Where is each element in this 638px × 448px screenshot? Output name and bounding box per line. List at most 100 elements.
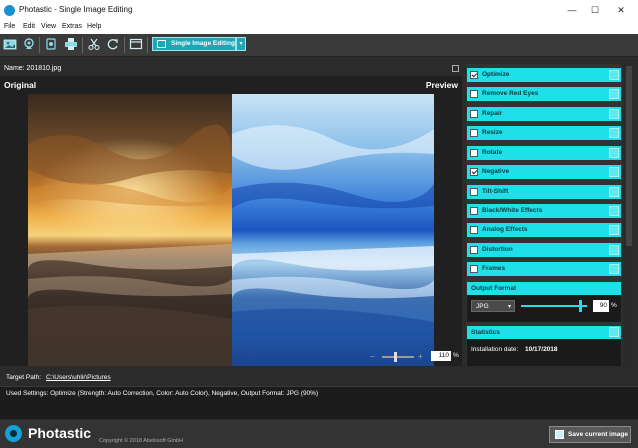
menu-extras[interactable]: Extras xyxy=(62,23,82,30)
frames-checkbox[interactable] xyxy=(470,265,478,273)
quality-value[interactable]: 90 xyxy=(593,300,609,312)
repair-checkbox[interactable] xyxy=(470,110,478,118)
menu-help[interactable]: Help xyxy=(87,23,101,30)
options-scrollbar[interactable] xyxy=(624,64,634,366)
cut-icon[interactable] xyxy=(87,37,101,51)
webcam-icon[interactable] xyxy=(22,37,36,51)
menu-file[interactable]: File xyxy=(4,23,15,30)
mode-label: Single Image Editing xyxy=(171,40,235,47)
save-icon xyxy=(555,430,564,439)
expand-icon[interactable] xyxy=(609,225,619,235)
optimize-checkbox[interactable] xyxy=(470,71,478,79)
expand-icon[interactable] xyxy=(609,89,619,99)
output-format-section: Output Format JPG ▾ 90 % xyxy=(467,282,621,322)
rotate-icon[interactable] xyxy=(106,37,120,51)
distortion-checkbox[interactable] xyxy=(470,246,478,254)
output-format-header[interactable]: Output Format xyxy=(467,282,621,295)
zoom-slider[interactable] xyxy=(382,356,414,358)
option-label: Remove Red Eyes xyxy=(482,90,539,97)
original-image xyxy=(28,94,232,366)
expand-icon[interactable] xyxy=(609,148,619,158)
zoom-unit: % xyxy=(453,352,459,359)
scrollbar-thumb[interactable] xyxy=(626,66,632,246)
tilt-shift-checkbox[interactable] xyxy=(470,188,478,196)
quality-unit: % xyxy=(611,302,617,309)
target-path-label: Target Path: xyxy=(6,374,42,381)
statistics-header[interactable]: Statistics xyxy=(467,326,621,339)
option-analog-effects[interactable]: Analog Effects xyxy=(467,223,621,237)
quality-slider[interactable] xyxy=(521,305,587,307)
minimize-button[interactable]: — xyxy=(565,3,579,17)
close-button[interactable]: ✕ xyxy=(614,3,628,17)
fullscreen-icon[interactable] xyxy=(452,65,459,72)
mode-select-button[interactable]: Single Image Editing xyxy=(152,37,236,51)
save-current-image-button[interactable]: Save current image xyxy=(549,426,631,443)
option-label: Optimize xyxy=(482,71,510,78)
zoom-in-icon[interactable]: + xyxy=(418,352,427,361)
zoom-out-icon[interactable]: − xyxy=(370,352,379,361)
expand-icon[interactable] xyxy=(609,245,619,255)
toolbar-separator xyxy=(147,37,148,53)
format-select[interactable]: JPG ▾ xyxy=(471,300,515,312)
toolbar-separator xyxy=(82,37,83,53)
open-image-icon[interactable] xyxy=(3,37,17,51)
expand-icon[interactable] xyxy=(609,128,619,138)
zoom-control: − + 110 % xyxy=(370,351,460,363)
expand-icon[interactable] xyxy=(609,264,619,274)
option-repair[interactable]: Repair xyxy=(467,107,621,121)
expand-icon[interactable] xyxy=(609,187,619,197)
expand-icon[interactable] xyxy=(609,206,619,216)
black-white-checkbox[interactable] xyxy=(470,207,478,215)
option-label: Black/White Effects xyxy=(482,207,543,214)
image-name-label: Name: 201810.jpg xyxy=(4,65,62,72)
option-black-white-effects[interactable]: Black/White Effects xyxy=(467,204,621,218)
option-label: Negative xyxy=(482,168,510,175)
toolbar-separator xyxy=(39,37,40,53)
remove-red-eyes-checkbox[interactable] xyxy=(470,90,478,98)
options-panel: Optimize Remove Red Eyes Repair Resize R… xyxy=(466,64,622,366)
statistics-title: Statistics xyxy=(471,329,500,336)
menu-edit[interactable]: Edit xyxy=(23,23,35,30)
format-value: JPG xyxy=(476,303,489,310)
print-icon[interactable] xyxy=(64,37,78,51)
rotate-checkbox[interactable] xyxy=(470,149,478,157)
maximize-button[interactable]: ☐ xyxy=(588,3,602,17)
negative-checkbox[interactable] xyxy=(470,168,478,176)
toolbar xyxy=(0,34,638,57)
used-settings-text: Used Settings: Optimize (Strength: Auto … xyxy=(6,390,319,397)
preview-label: Preview xyxy=(425,80,458,90)
option-resize[interactable]: Resize xyxy=(467,126,621,140)
chevron-down-icon: ▾ xyxy=(507,304,511,310)
option-rotate[interactable]: Rotate xyxy=(467,146,621,160)
zoom-value[interactable]: 110 xyxy=(431,351,451,361)
expand-icon[interactable] xyxy=(609,109,619,119)
window-title: Photastic - Single Image Editing xyxy=(19,5,133,14)
option-negative[interactable]: Negative xyxy=(467,165,621,179)
option-label: Resize xyxy=(482,129,503,136)
option-tilt-shift[interactable]: Tilt-Shift xyxy=(467,185,621,199)
toolbar-separator xyxy=(124,37,125,53)
option-label: Rotate xyxy=(482,149,503,156)
option-distortion[interactable]: Distortion xyxy=(467,243,621,257)
original-label: Original xyxy=(4,80,37,90)
menu-view[interactable]: View xyxy=(41,23,56,30)
output-format-title: Output Format xyxy=(471,285,517,292)
mode-dropdown-arrow[interactable]: ▾ xyxy=(236,37,246,51)
camera-import-icon[interactable] xyxy=(44,37,58,51)
window-view-icon[interactable] xyxy=(129,37,143,51)
copyright-text: Copyright © 2018 Abelssoft GmbH xyxy=(99,438,184,444)
expand-icon[interactable] xyxy=(609,70,619,80)
target-path-link[interactable]: C:\Users\uhlir\Pictures xyxy=(46,374,111,381)
expand-icon[interactable] xyxy=(609,327,619,337)
option-optimize[interactable]: Optimize xyxy=(467,68,621,82)
quality-slider-thumb[interactable] xyxy=(579,300,582,312)
resize-checkbox[interactable] xyxy=(470,129,478,137)
option-label: Analog Effects xyxy=(482,226,528,233)
expand-icon[interactable] xyxy=(609,167,619,177)
option-frames[interactable]: Frames xyxy=(467,262,621,276)
option-remove-red-eyes[interactable]: Remove Red Eyes xyxy=(467,87,621,101)
app-icon xyxy=(4,5,15,16)
image-mode-icon xyxy=(157,40,166,48)
zoom-slider-thumb[interactable] xyxy=(394,352,397,362)
analog-effects-checkbox[interactable] xyxy=(470,226,478,234)
